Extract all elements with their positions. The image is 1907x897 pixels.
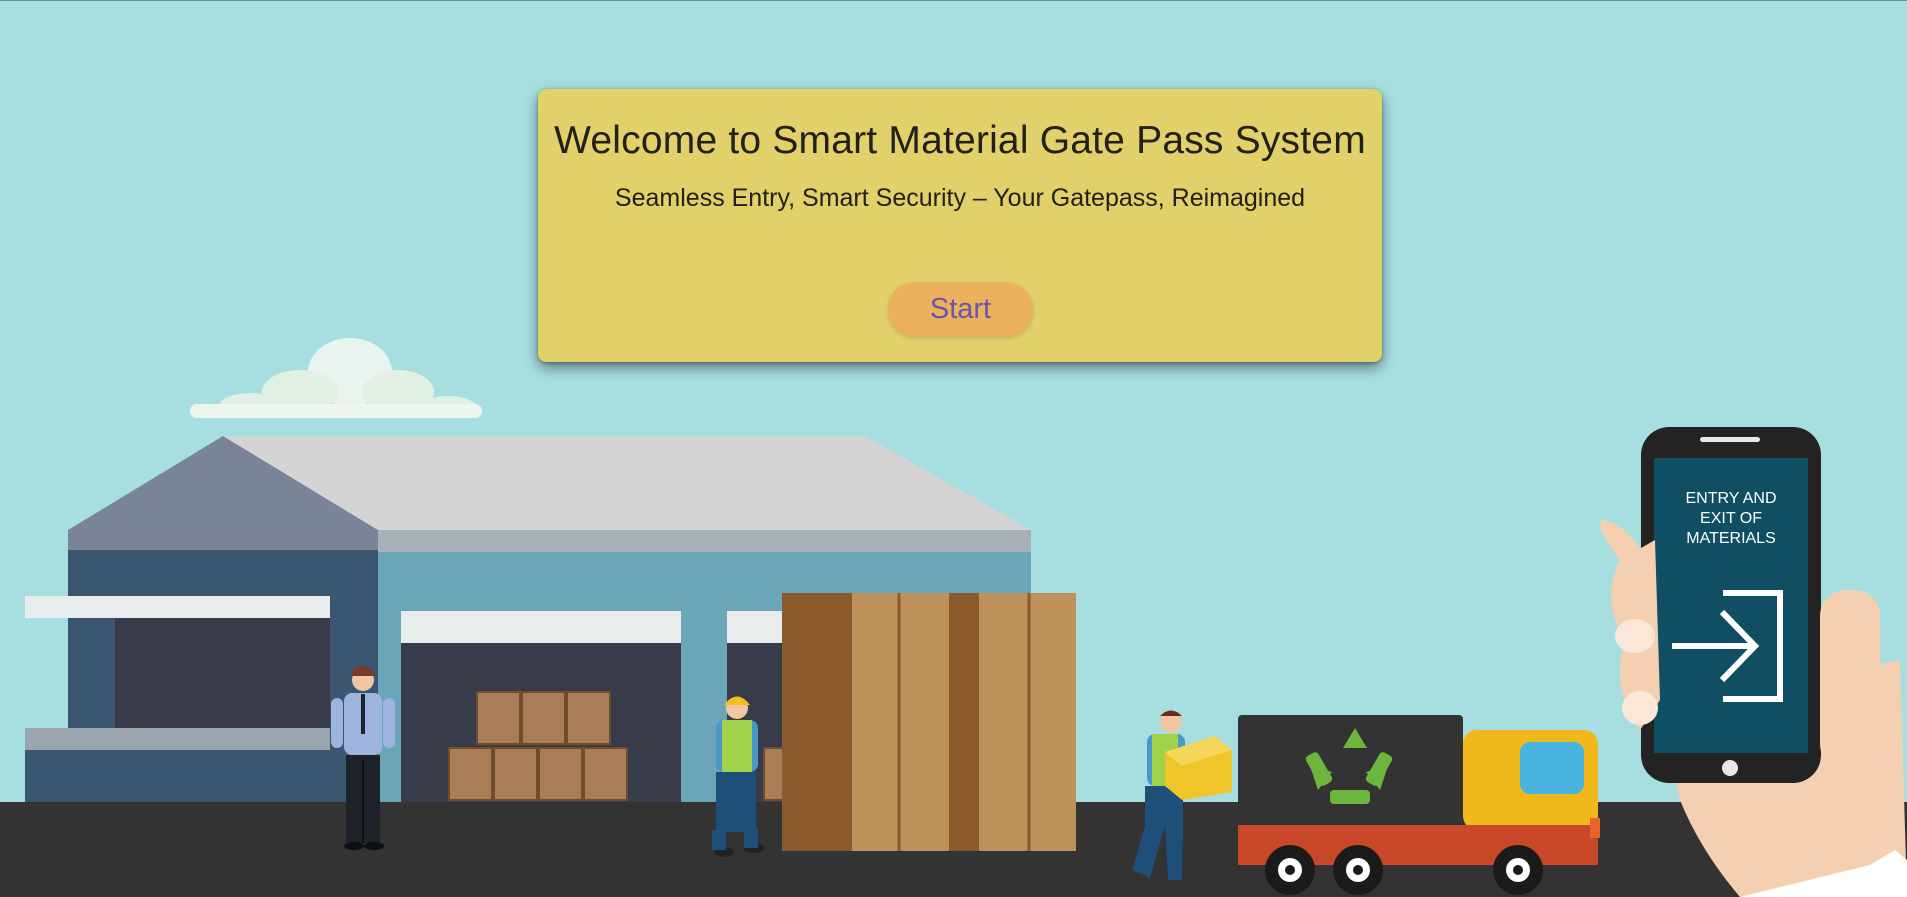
cloud-icon	[190, 338, 482, 418]
phone-screen-line1: ENTRY AND	[1686, 490, 1777, 507]
phone-screen-line2: EXIT OF	[1700, 510, 1762, 527]
wooden-crates	[782, 593, 1076, 851]
start-button[interactable]: Start	[888, 282, 1033, 336]
phone-screen-line3: MATERIALS	[1686, 530, 1776, 547]
welcome-card: Welcome to Smart Material Gate Pass Syst…	[538, 89, 1382, 362]
page-subtitle: Seamless Entry, Smart Security – Your Ga…	[614, 184, 1306, 212]
page-title: Welcome to Smart Material Gate Pass Syst…	[554, 119, 1366, 162]
